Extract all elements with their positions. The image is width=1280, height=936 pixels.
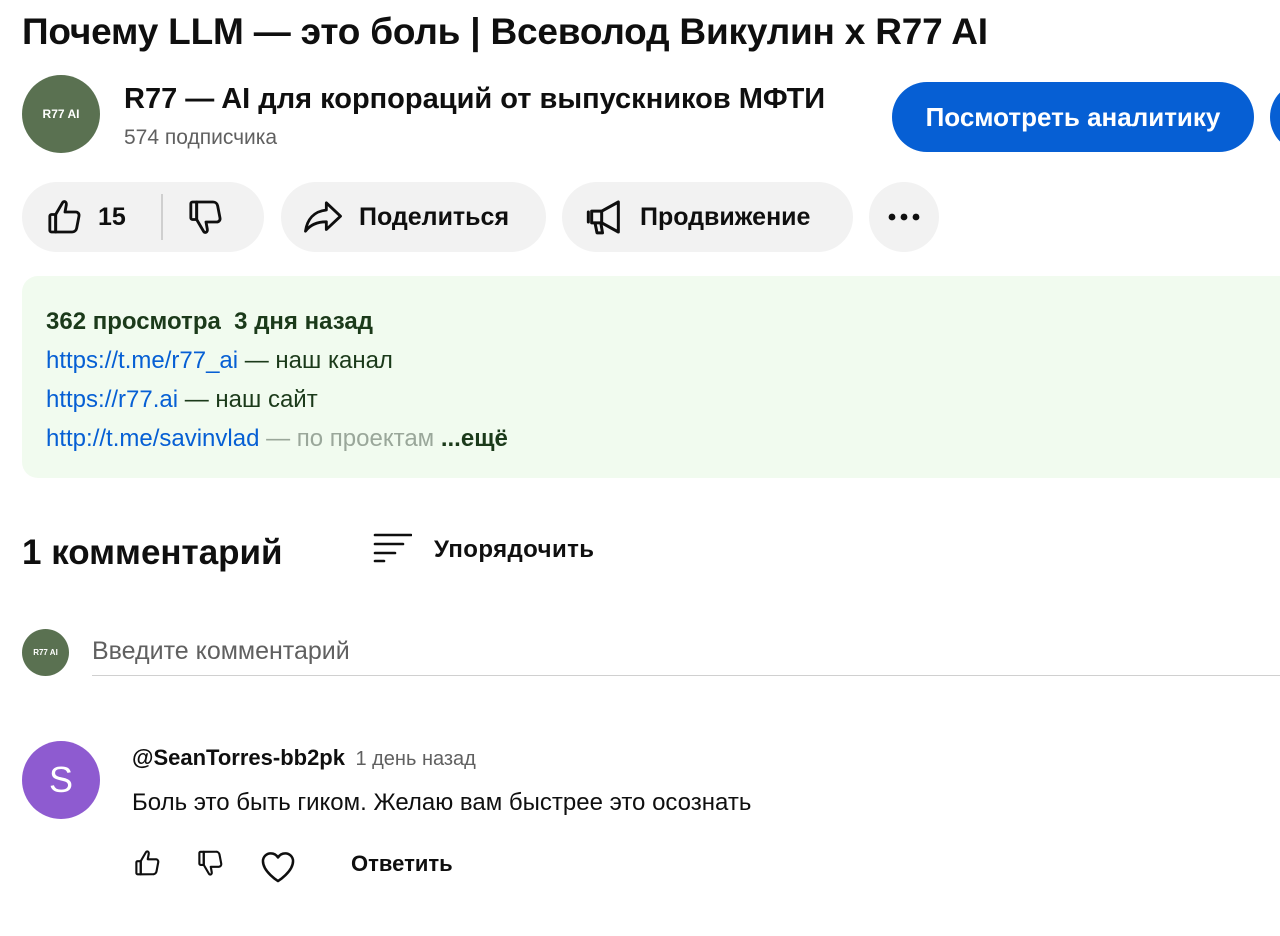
thumbs-up-icon <box>44 197 84 237</box>
telegram-channel-link[interactable]: https://t.me/r77_ai <box>46 347 238 374</box>
like-count: 15 <box>98 202 126 231</box>
heart-icon <box>259 848 297 889</box>
channel-avatar[interactable]: R77 AI <box>22 75 100 153</box>
comment-header: @SeanTorres-bb2pk 1 день назад <box>132 745 476 771</box>
thumbs-down-icon <box>185 197 225 237</box>
megaphone-icon <box>584 197 626 237</box>
projects-contact-link[interactable]: http://t.me/savinvlad <box>46 425 259 452</box>
promote-button[interactable]: Продвижение <box>562 182 853 252</box>
description-meta: 362 просмотра 3 дня назад <box>46 302 1280 341</box>
description-line-text: — по проектам <box>259 425 435 452</box>
share-button[interactable]: Поделиться <box>281 182 546 252</box>
show-more-link[interactable]: ...ещё <box>441 425 508 452</box>
channel-name[interactable]: R77 — AI для корпораций от выпускников М… <box>124 80 825 118</box>
share-label: Поделиться <box>359 202 510 231</box>
page: Почему LLM — это боль | Всеволод Викулин… <box>0 0 1280 936</box>
sort-icon <box>372 531 413 570</box>
share-icon <box>301 197 345 237</box>
avatar-letter: S <box>48 759 73 800</box>
comment-text: Боль это быть гиком. Желаю вам быстрее э… <box>132 789 752 816</box>
description-line: https://r77.ai — наш сайт <box>46 380 1280 419</box>
dislike-button[interactable] <box>185 182 225 252</box>
reply-button[interactable]: Ответить <box>351 851 453 877</box>
description-line: https://t.me/r77_ai — наш канал <box>46 341 1280 380</box>
channel-avatar-text: R77 AI <box>42 107 80 121</box>
view-analytics-button[interactable]: Посмотреть аналитику <box>892 82 1254 152</box>
subscriber-count: 574 подписчика <box>124 126 278 149</box>
sort-label: Упорядочить <box>434 536 595 563</box>
current-user-avatar-text: R77 AI <box>33 648 58 657</box>
more-actions-button[interactable] <box>869 182 939 252</box>
thumbs-up-icon <box>132 848 162 883</box>
video-title: Почему LLM — это боль | Всеволод Викулин… <box>22 11 988 52</box>
like-dislike-group: 15 <box>22 182 264 252</box>
comment-author[interactable]: @SeanTorres-bb2pk <box>132 745 345 770</box>
description-line-text: — наш сайт <box>178 386 318 413</box>
more-horizontal-icon <box>887 212 921 222</box>
sort-comments-button[interactable]: Упорядочить <box>372 530 594 570</box>
promote-label: Продвижение <box>640 202 811 231</box>
thumbs-down-icon <box>195 848 225 883</box>
comments-count: 1 комментарий <box>22 533 283 572</box>
comment-author-avatar[interactable]: S <box>22 741 100 819</box>
view-analytics-label: Посмотреть аналитику <box>925 101 1221 132</box>
upload-date: 3 дня назад <box>234 308 373 335</box>
comment-heart-button[interactable] <box>259 848 297 889</box>
comment-like-button[interactable] <box>132 848 162 883</box>
comment-time[interactable]: 1 день назад <box>355 748 475 770</box>
partial-edge-button[interactable] <box>1270 82 1280 152</box>
comment-input[interactable] <box>92 628 1280 676</box>
view-count: 362 просмотра <box>46 308 221 335</box>
current-user-avatar: R77 AI <box>22 629 69 676</box>
video-description[interactable]: 362 просмотра 3 дня назад https://t.me/r… <box>22 276 1280 478</box>
description-line: http://t.me/savinvlad — по проектам ...е… <box>46 419 1280 458</box>
comment-dislike-button[interactable] <box>195 848 225 883</box>
like-button[interactable]: 15 <box>22 182 126 252</box>
description-line-text: — наш канал <box>238 347 393 374</box>
like-divider <box>161 194 163 240</box>
website-link[interactable]: https://r77.ai <box>46 386 178 413</box>
